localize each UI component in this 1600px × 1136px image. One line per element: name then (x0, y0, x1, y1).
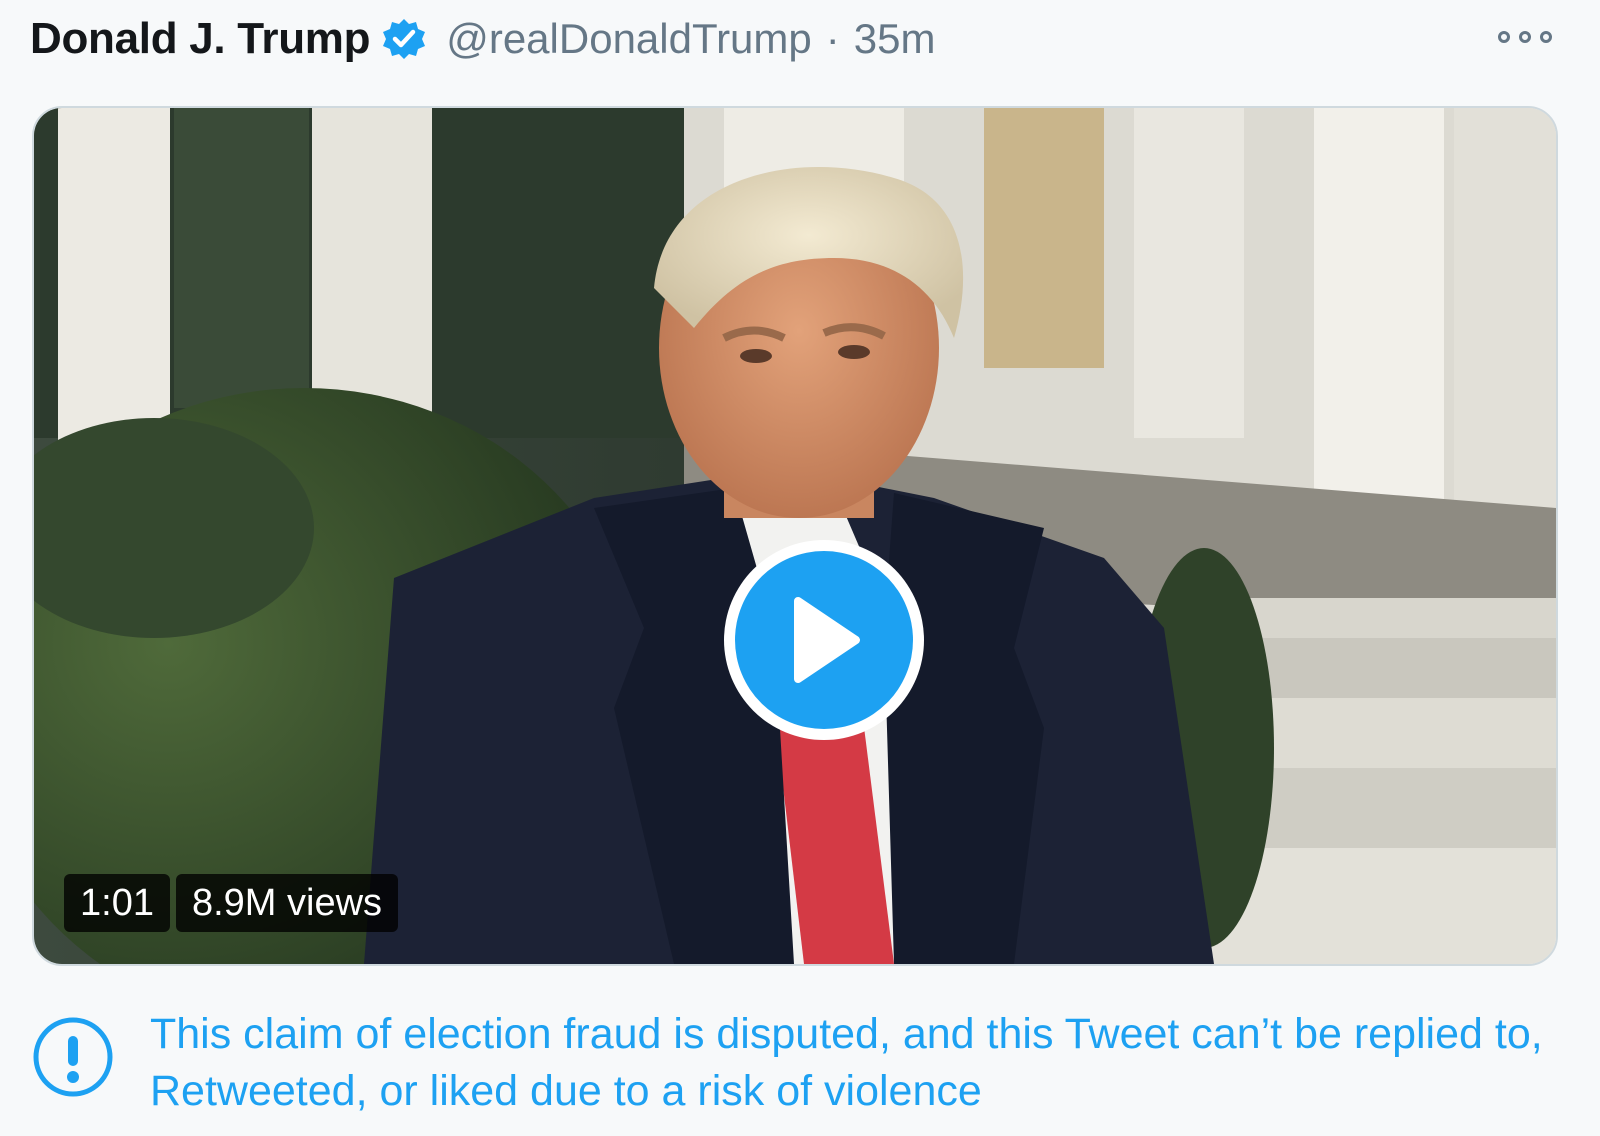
video-player[interactable]: 1:01 8.9M views (32, 106, 1558, 966)
display-name[interactable]: Donald J. Trump (30, 14, 371, 64)
tweet-header: Donald J. Trump @realDonaldTrump · 35m (30, 8, 935, 70)
notice-text[interactable]: This claim of election fraud is disputed… (150, 1006, 1550, 1120)
verified-badge-icon (380, 15, 428, 63)
separator-dot: · (825, 15, 840, 62)
tweet-card: Donald J. Trump @realDonaldTrump · 35m 1… (0, 0, 1600, 1136)
more-dot (1540, 31, 1552, 43)
video-views: 8.9M views (175, 874, 399, 932)
play-icon (735, 551, 913, 729)
play-button[interactable] (724, 540, 924, 740)
video-thumbnail (34, 108, 1556, 964)
video-duration: 1:01 (64, 874, 170, 932)
more-options-icon[interactable] (1498, 22, 1552, 52)
video-info-badges: 1:01 8.9M views (64, 874, 399, 932)
user-handle[interactable]: @realDonaldTrump (446, 15, 812, 63)
more-dot (1498, 31, 1510, 43)
disputed-claim-notice: This claim of election fraud is disputed… (32, 1006, 1572, 1120)
more-dot (1519, 31, 1531, 43)
exclamation-circle-icon (32, 1016, 114, 1098)
tweet-timestamp[interactable]: 35m (854, 15, 936, 63)
